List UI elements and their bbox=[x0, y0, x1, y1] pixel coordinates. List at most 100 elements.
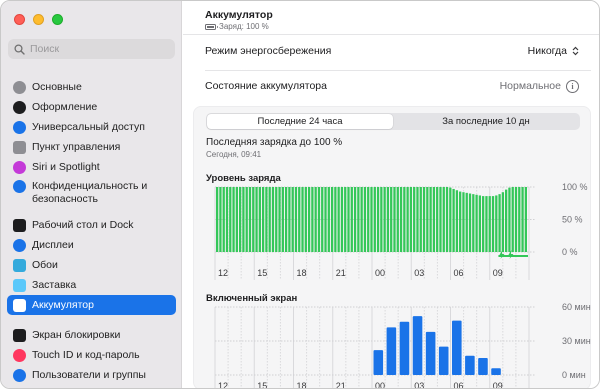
x-tick-label: 15 bbox=[257, 381, 267, 389]
battery-level-bar bbox=[449, 187, 452, 252]
sidebar-item-appearance[interactable]: Оформление bbox=[7, 97, 176, 117]
info-icon[interactable]: i bbox=[566, 79, 579, 93]
y-tick-label: 60 мин bbox=[562, 302, 591, 312]
battery-level-bar bbox=[376, 187, 380, 252]
battery-level-bar bbox=[242, 187, 245, 252]
battery-level-bar bbox=[278, 187, 281, 252]
battery-level-bar bbox=[468, 193, 472, 252]
battery-level-bar bbox=[524, 187, 527, 252]
sidebar-item-display-brightness[interactable]: Дисплеи bbox=[7, 235, 176, 255]
sidebar-item-lock-screen[interactable]: Экран блокировки bbox=[7, 325, 176, 345]
battery-level-bar bbox=[363, 187, 367, 252]
battery-level-text: Заряд: 100 % bbox=[219, 22, 269, 31]
battery-level-bar bbox=[252, 187, 255, 252]
battery-level-bar bbox=[475, 194, 478, 252]
screen-on-bar bbox=[438, 346, 449, 375]
sidebar-item-control-center[interactable]: Пункт управления bbox=[7, 137, 176, 157]
battery-level-bar bbox=[383, 187, 386, 252]
battery-level-bar bbox=[393, 187, 396, 252]
sidebar-group: Экран блокировки Touch ID и код-пароль Пол… bbox=[7, 325, 176, 385]
battery-level-bar bbox=[409, 187, 413, 252]
sidebar-item-users[interactable]: Пользователи и группы bbox=[7, 365, 176, 385]
battery-level-bar bbox=[390, 187, 393, 252]
sidebar-item-label: Заставка bbox=[32, 279, 77, 291]
search-input[interactable] bbox=[30, 43, 160, 55]
battery-level-bar bbox=[459, 191, 462, 252]
battery-level-bar bbox=[495, 195, 498, 252]
x-tick-label: 18 bbox=[297, 381, 307, 389]
battery-level-bar bbox=[344, 187, 347, 252]
x-tick-label: 00 bbox=[375, 268, 385, 278]
battery-level-bar bbox=[462, 192, 465, 252]
battery-level-bar bbox=[429, 187, 432, 252]
battery-level-bar bbox=[350, 187, 353, 252]
battery-level-bar bbox=[317, 187, 321, 252]
minimize-window-button[interactable] bbox=[33, 14, 44, 25]
battery-level-bar bbox=[337, 187, 340, 252]
sidebar-item-gear[interactable]: Основные bbox=[7, 77, 176, 97]
battery-level-chart: 100 % 50 % 0 % 12 15 18 21 00 03 06 09 bbox=[214, 182, 588, 280]
tab-last-10-days[interactable]: За последние 10 дн bbox=[393, 114, 579, 129]
display-brightness-icon bbox=[13, 238, 26, 252]
battery-level-bar bbox=[229, 187, 232, 252]
siri-icon bbox=[13, 160, 26, 174]
battery-level-bar bbox=[353, 187, 357, 252]
sidebar-item-privacy-hand[interactable]: Конфиденциальность и безопасность bbox=[7, 177, 176, 207]
low-power-mode-popup[interactable]: Никогда bbox=[528, 45, 579, 57]
battery-level-bar bbox=[219, 187, 222, 252]
sidebar-item-wallpaper[interactable]: Обои bbox=[7, 255, 176, 275]
battery-level-bar bbox=[478, 195, 482, 252]
battery-level-bar bbox=[426, 187, 429, 252]
battery-level-bar bbox=[275, 187, 278, 252]
battery-level-bar bbox=[268, 187, 271, 252]
sidebar-item-siri[interactable]: Siri и Spotlight bbox=[7, 157, 176, 177]
battery-level-bar bbox=[373, 187, 376, 252]
battery-level-bar bbox=[445, 187, 449, 252]
low-power-mode-label: Режим энергосбережения bbox=[205, 45, 332, 57]
screen-on-bar bbox=[452, 320, 462, 375]
battery-level-bar bbox=[334, 187, 337, 252]
battery-level-bar bbox=[419, 187, 422, 252]
fingerprint-icon bbox=[13, 348, 26, 362]
battery-level-bar bbox=[518, 187, 521, 252]
sidebar-item-accessibility[interactable]: Универсальный доступ bbox=[7, 117, 176, 137]
screen-on-bar bbox=[425, 331, 436, 375]
battery-level-bar bbox=[340, 187, 344, 252]
screen-on-bar bbox=[373, 350, 384, 375]
y-tick-label: 0 % bbox=[562, 247, 578, 257]
users-icon bbox=[13, 368, 26, 382]
sidebar-item-fingerprint[interactable]: Touch ID и код-пароль bbox=[7, 345, 176, 365]
sidebar-item-screensaver[interactable]: Заставка bbox=[7, 275, 176, 295]
battery-level-bar bbox=[403, 187, 406, 252]
sidebar-item-dock[interactable]: Рабочий стол и Dock bbox=[7, 215, 176, 235]
battery-level-bar bbox=[514, 187, 518, 252]
close-window-button[interactable] bbox=[14, 14, 25, 25]
battery-level-bar bbox=[370, 187, 373, 252]
battery-level-bar bbox=[216, 187, 219, 252]
search-field[interactable] bbox=[8, 39, 175, 59]
battery-health-status: Нормальное i bbox=[500, 79, 579, 93]
battery-level-bar bbox=[485, 196, 488, 252]
battery-level-bar bbox=[386, 187, 390, 252]
x-tick-label: 15 bbox=[257, 268, 267, 278]
x-tick-label: 18 bbox=[297, 268, 307, 278]
battery-level-bar bbox=[442, 187, 445, 252]
battery-level-bar bbox=[232, 187, 235, 252]
x-tick-label: 12 bbox=[218, 381, 228, 389]
last-charge-label: Последняя зарядка до 100 % bbox=[206, 137, 343, 148]
time-range-segmented-control: Последние 24 часа За последние 10 дн bbox=[206, 113, 580, 130]
screen-on-bar bbox=[465, 355, 475, 375]
battery-level-bar bbox=[304, 187, 307, 252]
y-tick-label: 30 мин bbox=[562, 336, 591, 346]
screen-on-chart: 60 мин 30 мин 0 мин 12 15 18 21 00 03 06 09 bbox=[214, 302, 591, 389]
tab-last-24-hours[interactable]: Последние 24 часа bbox=[207, 114, 393, 129]
battery-level-bar bbox=[324, 187, 327, 252]
battery-level-bar bbox=[416, 187, 419, 252]
sidebar-item-label: Экран блокировки bbox=[32, 329, 121, 341]
sidebar-item-label: Основные bbox=[32, 81, 82, 93]
battery-level-bar bbox=[245, 187, 248, 252]
y-tick-label: 100 % bbox=[562, 182, 588, 192]
battery-level-bar bbox=[439, 187, 442, 252]
zoom-window-button[interactable] bbox=[52, 14, 63, 25]
sidebar-item-battery[interactable]: Аккумулятор bbox=[7, 295, 176, 315]
